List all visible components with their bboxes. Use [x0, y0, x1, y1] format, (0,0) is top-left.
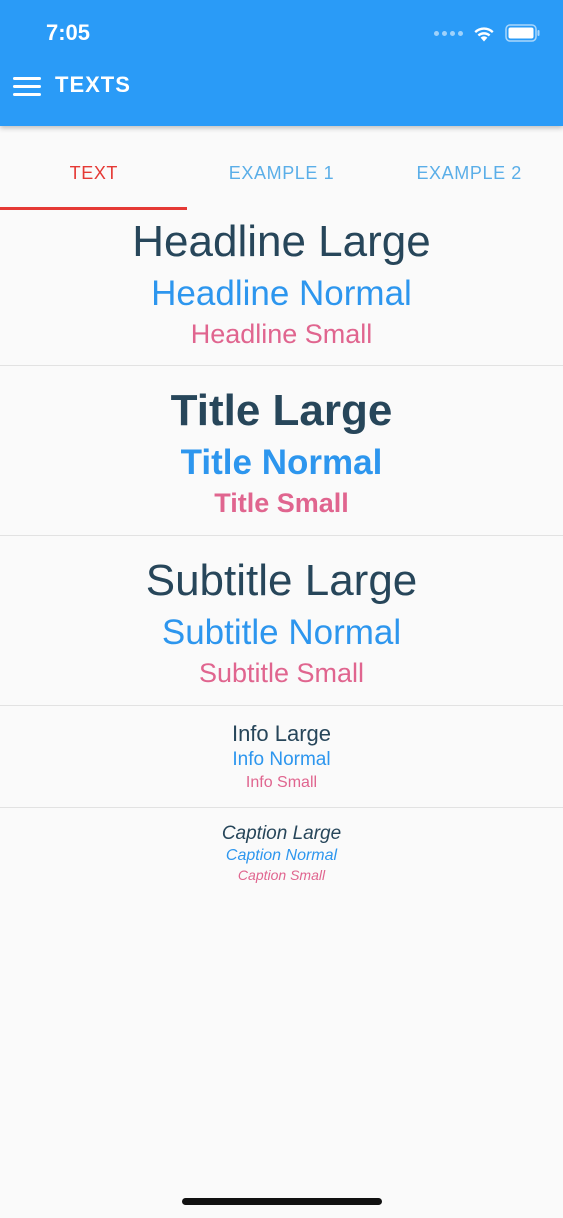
title-small-text: Title Small: [214, 488, 349, 518]
headline-large-text: Headline Large: [132, 217, 431, 266]
tab-example-1[interactable]: EXAMPLE 1: [188, 126, 376, 210]
tab-label: EXAMPLE 2: [416, 163, 522, 183]
active-tab-indicator: [0, 207, 187, 210]
title-section: Title Large Title Normal Title Small: [0, 381, 563, 521]
headline-section: Headline Large Headline Normal Headline …: [0, 212, 563, 352]
info-large-text: Info Large: [231, 721, 332, 746]
caption-section: Caption Large Caption Normal Caption Sma…: [0, 822, 563, 884]
tab-label: EXAMPLE 1: [228, 163, 335, 183]
tab-label: TEXT: [69, 163, 119, 183]
app-bar: 7:05 TEXTS: [0, 0, 563, 126]
headline-small-text: Headline Small: [190, 319, 373, 349]
section-divider: [0, 807, 563, 808]
app-bar-title: TEXTS: [55, 72, 131, 97]
cellular-signal-icon: [434, 30, 463, 36]
tab-example-2[interactable]: EXAMPLE 2: [375, 126, 563, 210]
headline-normal-text: Headline Normal: [151, 274, 412, 313]
section-divider: [0, 535, 563, 536]
caption-small-text: Caption Small: [237, 867, 326, 883]
caption-normal-text: Caption Normal: [225, 847, 338, 864]
section-divider: [0, 705, 563, 706]
subtitle-large-text: Subtitle Large: [145, 556, 418, 605]
app-screen: 7:05 TEXTS TEXT EXAMPLE 1 EXAMPLE 2 Head…: [0, 0, 563, 1218]
battery-icon: [505, 24, 540, 42]
info-section: Info Large Info Normal Info Small: [0, 720, 563, 794]
title-large-text: Title Large: [170, 386, 393, 435]
info-small-text: Info Small: [245, 774, 318, 791]
wifi-icon: [474, 26, 494, 41]
subtitle-normal-text: Subtitle Normal: [161, 613, 402, 652]
info-normal-text: Info Normal: [232, 749, 331, 770]
caption-large-text: Caption Large: [221, 823, 342, 844]
tab-bar: TEXT EXAMPLE 1 EXAMPLE 2: [0, 126, 563, 210]
tab-text[interactable]: TEXT: [0, 126, 188, 210]
section-divider: [0, 365, 563, 366]
subtitle-small-text: Subtitle Small: [198, 658, 365, 688]
hamburger-menu-icon[interactable]: [13, 75, 41, 97]
home-indicator[interactable]: [182, 1198, 382, 1205]
status-icons: [434, 24, 541, 42]
title-normal-text: Title Normal: [180, 443, 383, 482]
subtitle-section: Subtitle Large Subtitle Normal Subtitle …: [0, 551, 563, 691]
status-time: 7:05: [46, 20, 91, 45]
